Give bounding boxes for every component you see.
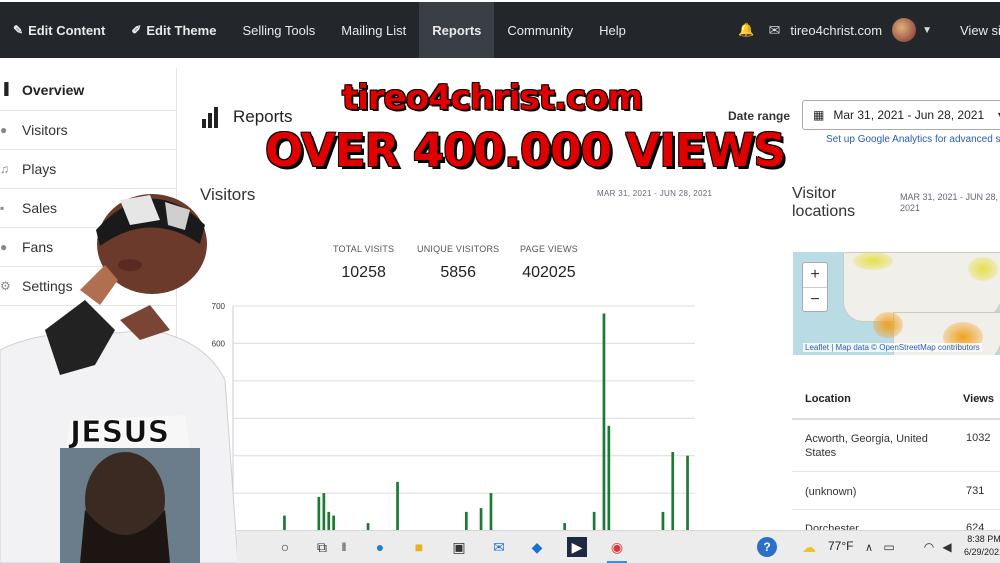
chart-bar[interactable] <box>489 493 493 532</box>
visitors-chart: 700600500400300200100 <box>212 302 695 533</box>
bar-chart-icon <box>202 106 222 128</box>
chart-bar[interactable] <box>322 493 326 532</box>
mail-icon[interactable]: ✉ <box>769 22 781 39</box>
dropbox-icon[interactable]: ◆ <box>527 537 547 557</box>
avatar[interactable] <box>892 18 917 42</box>
nav-edit-content[interactable]: ✎ Edit Content <box>0 2 118 58</box>
chart-bar[interactable] <box>686 455 689 532</box>
svg-text:JESUS: JESUS <box>68 415 169 450</box>
wifi-icon[interactable]: ◠ <box>919 537 939 557</box>
chart-bar[interactable] <box>327 511 331 532</box>
network-icon[interactable]: ▭ <box>879 537 899 557</box>
taskbar-clock[interactable]: 8:38 PM 6/29/2021 <box>964 533 1000 559</box>
map-heat-spot <box>968 257 998 281</box>
stat-unique-visitors: UNIQUE VISITORS 5856 <box>417 244 500 281</box>
account-name[interactable]: tireo4christ.com <box>790 23 882 38</box>
zoom-in-button[interactable]: + <box>803 263 827 287</box>
chart-bar[interactable] <box>661 511 665 532</box>
column-header-location[interactable]: Location <box>805 393 851 405</box>
weather-icon[interactable]: ☁ <box>799 537 819 557</box>
chart-bar[interactable] <box>465 511 468 532</box>
column-header-views[interactable]: Views <box>963 393 994 405</box>
weather-temp[interactable]: 77°F <box>828 539 853 553</box>
nav-community[interactable]: Community <box>494 2 586 58</box>
chevron-down-icon[interactable]: ▼ <box>922 25 932 36</box>
top-nav: ✎ Edit Content ✐ Edit Theme Selling Tools … <box>0 2 1000 58</box>
nav-reports[interactable]: Reports <box>419 2 495 58</box>
sidebar-item-overview[interactable]: ▐ Overview <box>0 70 176 111</box>
nav-right: 🔔 ✉ tireo4christ.com ▼ View site <box>738 2 1000 58</box>
table-row: (unknown) 731 <box>792 472 1000 510</box>
app-icon[interactable]: ▶ <box>567 537 587 557</box>
store-icon[interactable]: ▣ <box>449 537 469 557</box>
chart-bar[interactable] <box>671 452 675 532</box>
nav-help[interactable]: Help <box>586 2 639 58</box>
person-photo: JESUS <box>0 194 239 563</box>
brush-icon: ✐ <box>131 23 142 37</box>
visitors-date: MAR 31, 2021 - JUN 28, 2021 <box>597 189 713 198</box>
chevron-down-icon: ▼ <box>996 110 1000 120</box>
table-row: Acworth, Georgia, United States 1032 <box>792 422 1000 472</box>
chevron-up-icon[interactable]: ∧ <box>859 537 879 557</box>
map-zoom-control: + − <box>802 262 828 312</box>
notification-bell-icon[interactable]: 🔔 <box>738 22 754 38</box>
edge-browser-icon[interactable]: ● <box>370 537 390 557</box>
file-explorer-icon[interactable]: ■ <box>409 537 429 557</box>
bar-chart-icon: ▐ <box>0 82 9 96</box>
zoom-out-button[interactable]: − <box>803 287 827 311</box>
chart-bar[interactable] <box>396 481 399 532</box>
map-attribution: Leaflet | Map data © OpenStreetMap contr… <box>803 343 982 352</box>
view-site-link[interactable]: View site <box>960 23 1000 38</box>
date-range-label: Date range <box>728 109 791 123</box>
chrome-icon[interactable]: ◉ <box>607 537 627 557</box>
pencil-square-icon: ✎ <box>13 23 24 37</box>
map-heat-spot <box>853 252 893 270</box>
date-range-picker[interactable]: ▦ Mar 31, 2021 - Jun 28, 2021 ▼ <box>802 100 1000 130</box>
google-analytics-link[interactable]: Set up Google Analytics for advanced sta… <box>826 134 1000 145</box>
chart-bar[interactable] <box>602 313 606 533</box>
nav-edit-theme[interactable]: ✐ Edit Theme <box>118 2 229 58</box>
separator-icon: ‖ <box>341 540 347 554</box>
locations-table-header: Location Views <box>792 378 1000 420</box>
users-icon: ● <box>0 123 8 137</box>
stat-total-visits: TOTAL VISITS 10258 <box>333 244 395 281</box>
calendar-icon: ▦ <box>813 108 825 122</box>
mail-app-icon[interactable]: ✉ <box>489 537 509 557</box>
sidebar-item-visitors[interactable]: ● Visitors <box>0 111 176 150</box>
nav-mailing-list[interactable]: Mailing List <box>328 2 419 58</box>
music-note-icon: ♫ <box>0 162 9 176</box>
chart-bar[interactable] <box>317 496 321 532</box>
help-icon[interactable]: ? <box>757 537 777 557</box>
taskbar: ○ ⧉ ‖ ● ■ ▣ ✉ ◆ ▶ ◉ ? ☁ ∧ ▭ ◠ ◀ <box>237 530 1000 563</box>
nav-selling-tools[interactable]: Selling Tools <box>229 2 328 58</box>
chart-bar[interactable] <box>607 425 611 532</box>
task-view-icon[interactable]: ⧉ <box>312 537 332 557</box>
table-row: Dorchester, Massachusetts 624 <box>805 522 985 530</box>
map-heat-spot <box>873 312 903 338</box>
overlay-site-name: tireo4christ.com <box>342 78 643 118</box>
chart-bar[interactable] <box>592 511 596 532</box>
overlay-views-caption: OVER 400.000 VIEWS <box>265 124 786 177</box>
visitor-locations-date: MAR 31, 2021 - JUN 28, 2021 <box>900 192 999 213</box>
volume-icon[interactable]: ◀ <box>937 537 957 557</box>
stat-page-views: PAGE VIEWS 402025 <box>520 244 578 281</box>
search-circle-icon[interactable]: ○ <box>275 537 295 557</box>
chart-bar[interactable] <box>479 508 483 532</box>
visitor-locations-heading: Visitor locations <box>792 185 856 220</box>
